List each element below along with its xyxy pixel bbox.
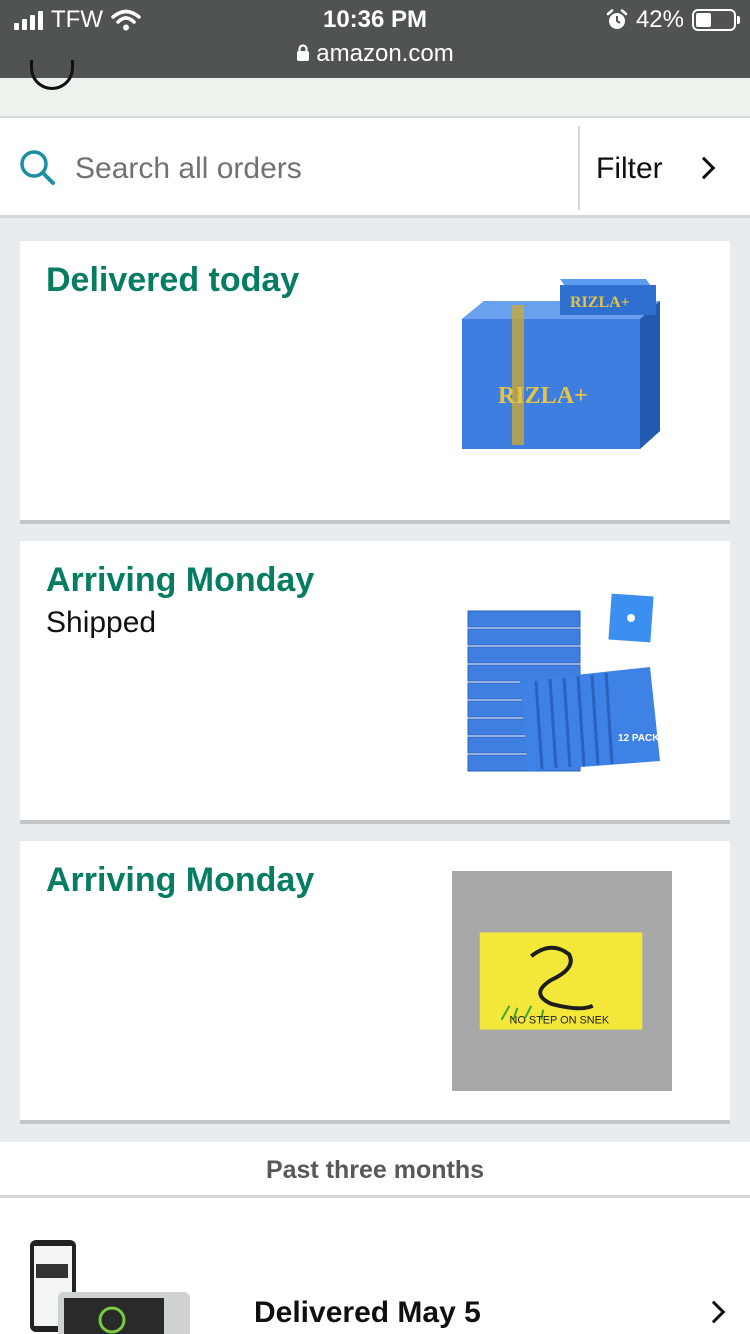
chevron-right-icon[interactable] [702,1300,726,1324]
order-status: Arriving Monday [46,861,315,899]
filter-chevron-icon[interactable] [692,156,716,180]
history-icon[interactable] [30,60,74,90]
search-bar: Search all orders Filter [0,118,750,218]
order-status: Delivered today [46,261,300,299]
battery-percent: 42% [635,6,684,33]
battery-icon [692,9,740,31]
search-input[interactable]: Search all orders [75,152,302,186]
divider [578,126,580,210]
section-header: Past three months [0,1142,750,1198]
status-right: 42% [606,6,740,34]
order-card[interactable]: Arriving Monday Shipped 12 PACK [20,541,730,824]
order-status: Delivered May 5 [254,1296,481,1329]
order-card[interactable]: Arriving Monday NO STEP ON SNEK [20,841,730,1124]
product-image: 12 PACK [467,593,660,772]
order-status: Arriving Monday [46,561,315,599]
svg-text:RIZLA+: RIZLA+ [498,383,588,409]
svg-text:RIZLA+: RIZLA+ [570,294,630,311]
filter-button[interactable]: Filter [596,152,663,186]
search-icon[interactable] [18,148,56,186]
header-band [0,60,750,118]
alarm-icon [606,9,628,29]
past-order-row[interactable]: Delivered May 5 [0,1198,750,1334]
lock-icon [297,44,310,61]
shipping-status: Shipped [46,606,157,639]
svg-text:12 PACK: 12 PACK [618,733,660,744]
order-card[interactable]: Delivered today RIZLA+ RIZLA+ [20,241,730,524]
url-bar[interactable]: amazon.com [0,40,750,68]
url-text: amazon.com [316,40,454,67]
product-image [30,1240,190,1334]
product-image: NO STEP ON SNEK [452,871,672,1091]
status-bar: TFW 10:36 PM amazon.com 42% [0,0,750,78]
product-image: RIZLA+ RIZLA+ [462,279,660,449]
svg-text:NO STEP ON SNEK: NO STEP ON SNEK [509,1015,609,1027]
